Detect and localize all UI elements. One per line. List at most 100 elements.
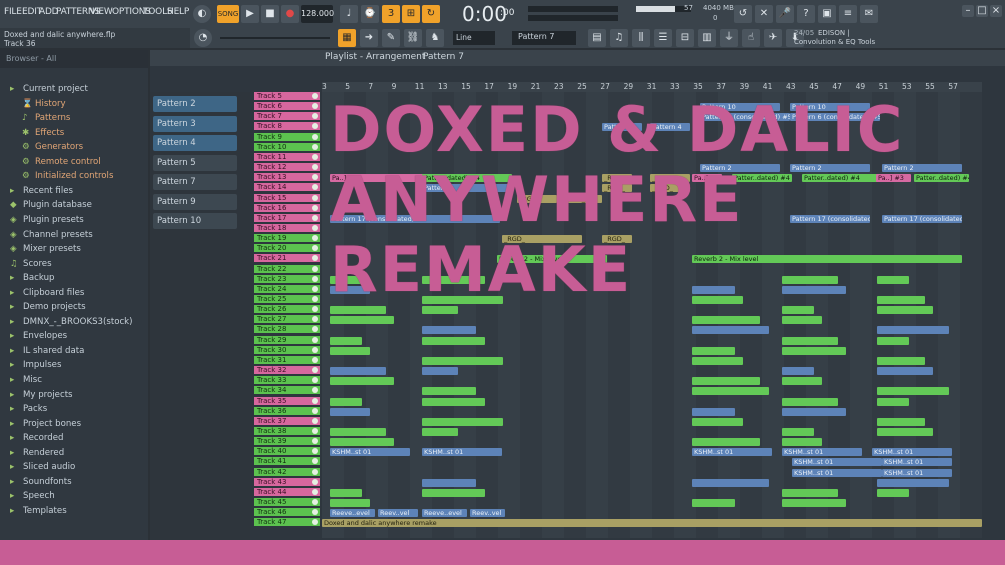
track-mute-led-icon[interactable] xyxy=(312,519,318,526)
track-header[interactable]: Track 6 xyxy=(254,102,320,112)
track-mute-led-icon[interactable] xyxy=(312,478,318,485)
track-mute-led-icon[interactable] xyxy=(312,407,318,414)
playlist-clip[interactable] xyxy=(692,326,769,335)
maximize-icon[interactable]: □ xyxy=(976,5,988,17)
playlist-clip[interactable]: _RGD_ xyxy=(602,184,632,193)
playlist-clip[interactable] xyxy=(692,346,735,355)
playlist-clip[interactable] xyxy=(782,367,814,376)
playlist-clip[interactable] xyxy=(422,427,458,436)
track-mute-led-icon[interactable] xyxy=(312,164,318,171)
browser-item[interactable]: ◈ Channel presets xyxy=(10,230,93,244)
browser-item[interactable]: ▸ Envelopes xyxy=(10,331,67,345)
browser-item[interactable]: ▸ Rendered xyxy=(10,448,64,462)
track-mute-led-icon[interactable] xyxy=(312,509,318,516)
track-header[interactable]: Track 47 xyxy=(254,518,320,528)
track-mute-led-icon[interactable] xyxy=(312,133,318,140)
track-mute-led-icon[interactable] xyxy=(312,367,318,374)
playlist-clip[interactable]: Reeve..evel xyxy=(422,509,467,518)
playlist-clip[interactable]: Pattern 10 xyxy=(700,103,780,112)
step-edit-icon[interactable]: ⊞ xyxy=(402,5,420,23)
track-header[interactable]: Track 41 xyxy=(254,457,320,467)
browser-item[interactable]: ▸ DMNX_-_BROOKS3(stock) xyxy=(10,317,133,331)
playlist-clip[interactable] xyxy=(877,478,949,487)
track-header[interactable]: Track 23 xyxy=(254,274,320,284)
playlist-clip[interactable] xyxy=(782,346,846,355)
browser-item[interactable]: ▸ Demo projects xyxy=(10,302,86,316)
playlist-clip[interactable]: Pa..] #3 xyxy=(876,174,911,183)
playlist-clip[interactable] xyxy=(330,316,394,325)
track-mute-led-icon[interactable] xyxy=(312,458,318,465)
playlist-clip[interactable] xyxy=(782,397,838,406)
track-mute-led-icon[interactable] xyxy=(312,123,318,130)
playlist-clip[interactable]: Pattern 2 xyxy=(790,164,870,173)
track-mute-led-icon[interactable] xyxy=(312,427,318,434)
track-mute-led-icon[interactable] xyxy=(312,113,318,120)
playlist-clip[interactable]: KSHM..st 01 xyxy=(782,448,862,457)
playlist-clip[interactable] xyxy=(692,499,735,507)
track-header[interactable]: Track 30 xyxy=(254,345,320,355)
browser-item[interactable]: ▸ Clipboard files xyxy=(10,288,84,302)
playlist-clip[interactable]: Reev..vel xyxy=(378,509,418,518)
track-mute-led-icon[interactable] xyxy=(312,93,318,99)
playlist-clip[interactable] xyxy=(877,326,949,335)
track-header[interactable]: Track 10 xyxy=(254,142,320,152)
playlist-clip[interactable]: KSHM..st 01 xyxy=(422,448,502,457)
song-mode-button[interactable]: SONG xyxy=(217,5,239,23)
playlist-clip[interactable] xyxy=(692,478,769,487)
playlist-clip[interactable]: Pattern 2 xyxy=(882,164,962,173)
playlist-clip[interactable]: KSHM..st 01 xyxy=(692,448,772,457)
playlist-clip[interactable]: Doxed and dalic anywhere remake xyxy=(322,519,982,528)
playlist-clip[interactable]: Pattern 17 (consolidated) #3 xyxy=(330,214,500,223)
playlist-clip[interactable]: Pattern 4 xyxy=(650,123,690,132)
playlist-clip[interactable] xyxy=(422,488,485,497)
track-header[interactable]: Track 46 xyxy=(254,508,320,518)
playlist-clip[interactable] xyxy=(692,285,735,294)
browser-item[interactable]: ✱ Effects xyxy=(22,128,64,142)
playlist-clip[interactable] xyxy=(877,306,933,315)
track-header[interactable]: Track 45 xyxy=(254,498,320,507)
track-header[interactable]: Track 15 xyxy=(254,193,320,203)
track-header[interactable]: Track 8 xyxy=(254,122,320,132)
playlist-clip[interactable] xyxy=(422,275,485,284)
playlist-clip[interactable] xyxy=(422,336,485,345)
panic-icon[interactable]: ✕ xyxy=(755,5,773,23)
track-mute-led-icon[interactable] xyxy=(312,103,318,110)
playlist-clip[interactable] xyxy=(782,407,846,416)
playlist-clip[interactable] xyxy=(422,478,476,487)
track-header[interactable]: Track 34 xyxy=(254,386,320,396)
track-mute-led-icon[interactable] xyxy=(312,194,318,201)
playlist-clip[interactable] xyxy=(330,427,386,436)
menu-view[interactable]: VIEW xyxy=(90,7,113,17)
metronome-icon[interactable]: ♩ xyxy=(340,5,358,23)
track-mute-led-icon[interactable] xyxy=(312,448,318,455)
track-header[interactable]: Track 5 xyxy=(254,92,320,101)
playlist-clip[interactable]: KSHM..st 01 xyxy=(882,468,952,477)
pin-icon[interactable]: ✈ xyxy=(764,29,782,47)
browser-item[interactable]: ▸ Misc xyxy=(10,375,42,389)
browser-item[interactable]: ▸ My projects xyxy=(10,390,73,404)
playlist-clip[interactable] xyxy=(692,407,735,416)
playlist-clip[interactable] xyxy=(692,377,760,386)
playlist-icon[interactable]: ▤ xyxy=(588,29,606,47)
track-header[interactable]: Track 38 xyxy=(254,426,320,436)
track-mute-led-icon[interactable] xyxy=(312,184,318,191)
pattern-item[interactable]: Pattern 7 xyxy=(153,174,237,190)
track-mute-led-icon[interactable] xyxy=(312,326,318,333)
track-header[interactable]: Track 18 xyxy=(254,223,320,233)
playlist-clip[interactable] xyxy=(692,387,769,396)
playlist-clip[interactable]: _RGD_ xyxy=(517,194,557,203)
track-mute-led-icon[interactable] xyxy=(312,285,318,292)
browser-item[interactable]: ▸ Project bones xyxy=(10,419,81,433)
playlist-clip[interactable] xyxy=(422,356,503,365)
track-header[interactable]: Track 9 xyxy=(254,132,320,142)
playlist-clip[interactable] xyxy=(692,316,760,325)
playlist-clip[interactable] xyxy=(422,367,458,376)
browser-item[interactable]: ⌛ History xyxy=(22,99,66,113)
playlist-clip[interactable]: Patter..dated) #4 xyxy=(914,174,969,183)
playlist-view-icon[interactable]: ▦ xyxy=(338,29,356,47)
track-header[interactable]: Track 26 xyxy=(254,305,320,315)
record-icon[interactable]: ● xyxy=(281,5,299,23)
chat-icon[interactable]: ✉ xyxy=(860,5,878,23)
playlist-clip[interactable] xyxy=(422,387,476,396)
playlist-clip[interactable] xyxy=(692,417,743,426)
